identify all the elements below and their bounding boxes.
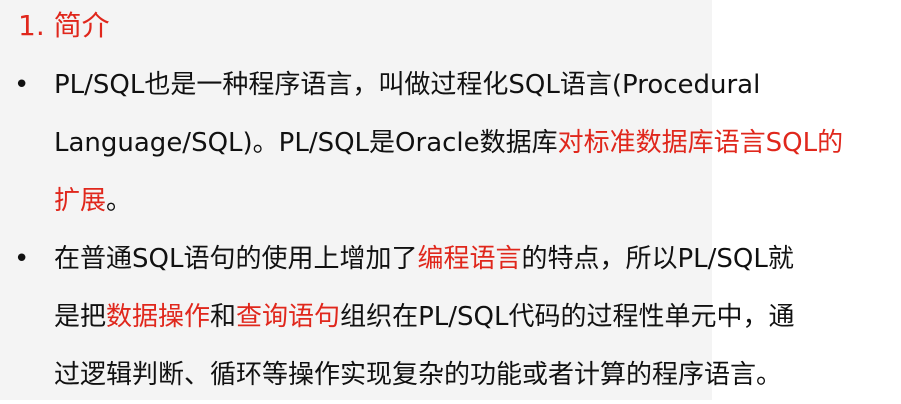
bullet-2-line-3: 过逻辑判断、循环等操作实现复杂的功能或者计算的程序语言。 [54, 346, 782, 404]
highlight-text: 编程语言 [417, 244, 522, 274]
text-span: 是把 [54, 302, 107, 332]
text-span: 过逻辑判断、循环等操作实现复杂的功能或者计算的程序语言。 [54, 360, 783, 390]
text-span: 的特点，所以PL/SQL就 [521, 244, 794, 274]
bullet-marker: • [14, 244, 30, 274]
text-span: PL/SQL也是一种程序语言，叫做过程化SQL语言(Procedural [54, 70, 761, 100]
text-span: Language/SQL)。PL/SQL是Oracle数据库 [54, 128, 558, 158]
bullet-marker: • [14, 70, 30, 100]
bullet-2-line-2: 是把数据操作和查询语句组织在PL/SQL代码的过程性单元中，通 [54, 288, 794, 346]
highlight-text: 扩展 [54, 186, 107, 216]
highlight-text: 数据操作 [106, 302, 211, 332]
highlight-text: 对标准数据库语言SQL的 [557, 128, 844, 158]
bullet-2-line-1: 在普通SQL语句的使用上增加了编程语言的特点，所以PL/SQL就 [54, 230, 794, 288]
text-span: 在普通SQL语句的使用上增加了 [54, 244, 418, 274]
section-heading: 1. 简介 [18, 9, 110, 42]
bullet-1-line-2: Language/SQL)。PL/SQL是Oracle数据库对标准数据库语言SQ… [54, 114, 843, 172]
text-span: 组织在PL/SQL代码的过程性单元中，通 [340, 302, 795, 332]
highlight-text: 查询语句 [236, 302, 341, 332]
bullet-1-line-3: 扩展。 [54, 172, 132, 230]
bullet-1-line-1: PL/SQL也是一种程序语言，叫做过程化SQL语言(Procedural [54, 56, 760, 114]
text-span: 。 [106, 186, 133, 216]
text-span: 和 [210, 302, 237, 332]
